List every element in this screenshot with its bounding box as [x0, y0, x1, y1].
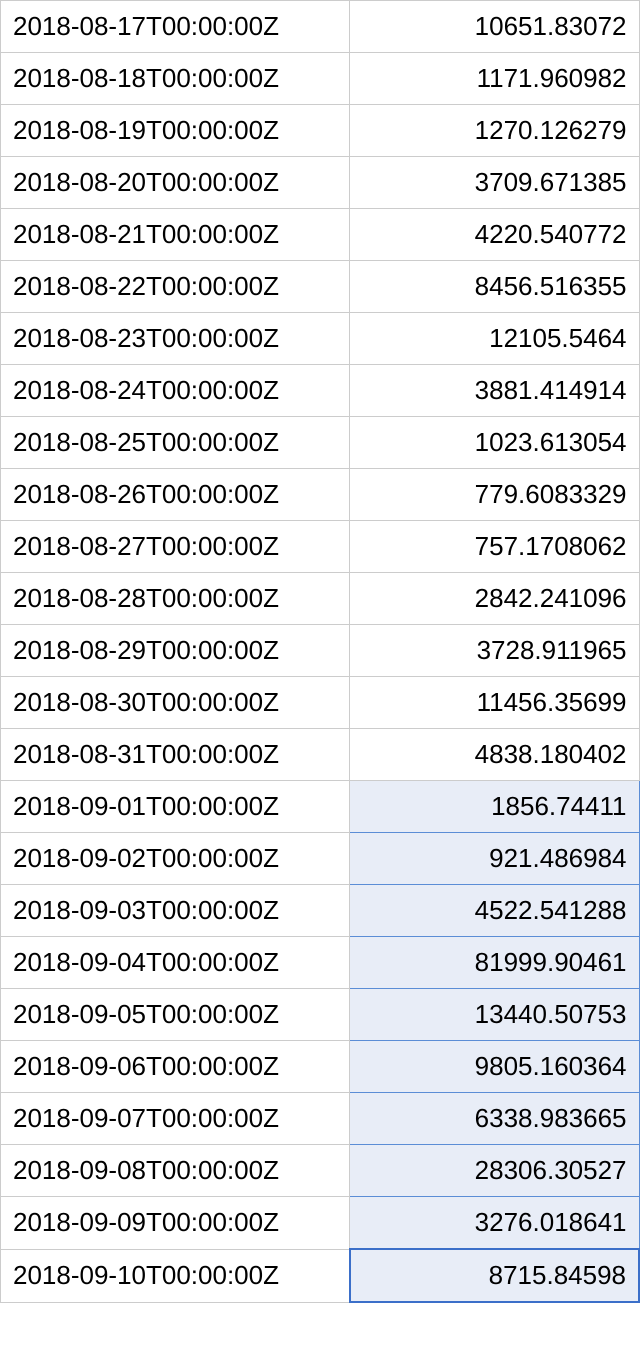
- table-row: 2018-09-07T00:00:00Z6338.983665: [1, 1093, 640, 1145]
- table-row: 2018-08-27T00:00:00Z757.1708062: [1, 521, 640, 573]
- value-cell[interactable]: 12105.5464: [350, 313, 639, 365]
- value-cell[interactable]: 1023.613054: [350, 417, 639, 469]
- date-cell[interactable]: 2018-09-08T00:00:00Z: [1, 1145, 350, 1197]
- value-cell[interactable]: 3276.018641: [350, 1197, 639, 1250]
- table-row: 2018-08-18T00:00:00Z1171.960982: [1, 53, 640, 105]
- value-cell[interactable]: 1270.126279: [350, 105, 639, 157]
- table-row: 2018-08-20T00:00:00Z3709.671385: [1, 157, 640, 209]
- table-row: 2018-08-31T00:00:00Z4838.180402: [1, 729, 640, 781]
- table-row: 2018-08-29T00:00:00Z3728.911965: [1, 625, 640, 677]
- date-cell[interactable]: 2018-08-21T00:00:00Z: [1, 209, 350, 261]
- table-row: 2018-08-28T00:00:00Z2842.241096: [1, 573, 640, 625]
- date-cell[interactable]: 2018-08-25T00:00:00Z: [1, 417, 350, 469]
- value-cell[interactable]: 13440.50753: [350, 989, 639, 1041]
- table-row: 2018-08-25T00:00:00Z1023.613054: [1, 417, 640, 469]
- date-cell[interactable]: 2018-08-23T00:00:00Z: [1, 313, 350, 365]
- table-row: 2018-09-01T00:00:00Z1856.74411: [1, 781, 640, 833]
- date-cell[interactable]: 2018-08-29T00:00:00Z: [1, 625, 350, 677]
- table-row: 2018-09-10T00:00:00Z8715.84598: [1, 1249, 640, 1302]
- table-body: 2018-08-17T00:00:00Z10651.830722018-08-1…: [1, 1, 640, 1303]
- value-cell[interactable]: 1171.960982: [350, 53, 639, 105]
- table-row: 2018-09-04T00:00:00Z81999.90461: [1, 937, 640, 989]
- table-row: 2018-08-17T00:00:00Z10651.83072: [1, 1, 640, 53]
- value-cell[interactable]: 3728.911965: [350, 625, 639, 677]
- value-cell[interactable]: 779.6083329: [350, 469, 639, 521]
- table-row: 2018-08-26T00:00:00Z779.6083329: [1, 469, 640, 521]
- table-row: 2018-08-22T00:00:00Z8456.516355: [1, 261, 640, 313]
- spreadsheet-table[interactable]: 2018-08-17T00:00:00Z10651.830722018-08-1…: [0, 0, 640, 1303]
- value-cell[interactable]: 757.1708062: [350, 521, 639, 573]
- date-cell[interactable]: 2018-09-10T00:00:00Z: [1, 1249, 350, 1302]
- value-cell[interactable]: 10651.83072: [350, 1, 639, 53]
- table-row: 2018-08-30T00:00:00Z11456.35699: [1, 677, 640, 729]
- table-row: 2018-08-23T00:00:00Z12105.5464: [1, 313, 640, 365]
- date-cell[interactable]: 2018-09-05T00:00:00Z: [1, 989, 350, 1041]
- value-cell[interactable]: 9805.160364: [350, 1041, 639, 1093]
- date-cell[interactable]: 2018-09-06T00:00:00Z: [1, 1041, 350, 1093]
- date-cell[interactable]: 2018-09-01T00:00:00Z: [1, 781, 350, 833]
- value-cell[interactable]: 4838.180402: [350, 729, 639, 781]
- value-cell[interactable]: 6338.983665: [350, 1093, 639, 1145]
- table-row: 2018-08-21T00:00:00Z4220.540772: [1, 209, 640, 261]
- value-cell[interactable]: 11456.35699: [350, 677, 639, 729]
- value-cell[interactable]: 8456.516355: [350, 261, 639, 313]
- date-cell[interactable]: 2018-08-26T00:00:00Z: [1, 469, 350, 521]
- date-cell[interactable]: 2018-08-17T00:00:00Z: [1, 1, 350, 53]
- date-cell[interactable]: 2018-09-02T00:00:00Z: [1, 833, 350, 885]
- value-cell[interactable]: 28306.30527: [350, 1145, 639, 1197]
- table-row: 2018-09-05T00:00:00Z13440.50753: [1, 989, 640, 1041]
- date-cell[interactable]: 2018-08-27T00:00:00Z: [1, 521, 350, 573]
- date-cell[interactable]: 2018-09-09T00:00:00Z: [1, 1197, 350, 1250]
- value-cell[interactable]: 8715.84598: [350, 1249, 639, 1302]
- date-cell[interactable]: 2018-08-20T00:00:00Z: [1, 157, 350, 209]
- table-row: 2018-08-19T00:00:00Z1270.126279: [1, 105, 640, 157]
- table-row: 2018-09-09T00:00:00Z3276.018641: [1, 1197, 640, 1250]
- value-cell[interactable]: 3709.671385: [350, 157, 639, 209]
- value-cell[interactable]: 81999.90461: [350, 937, 639, 989]
- date-cell[interactable]: 2018-08-28T00:00:00Z: [1, 573, 350, 625]
- table-row: 2018-08-24T00:00:00Z3881.414914: [1, 365, 640, 417]
- date-cell[interactable]: 2018-08-18T00:00:00Z: [1, 53, 350, 105]
- date-cell[interactable]: 2018-08-19T00:00:00Z: [1, 105, 350, 157]
- date-cell[interactable]: 2018-08-22T00:00:00Z: [1, 261, 350, 313]
- date-cell[interactable]: 2018-08-31T00:00:00Z: [1, 729, 350, 781]
- value-cell[interactable]: 4220.540772: [350, 209, 639, 261]
- date-cell[interactable]: 2018-09-07T00:00:00Z: [1, 1093, 350, 1145]
- table-row: 2018-09-08T00:00:00Z28306.30527: [1, 1145, 640, 1197]
- value-cell[interactable]: 1856.74411: [350, 781, 639, 833]
- table-row: 2018-09-06T00:00:00Z9805.160364: [1, 1041, 640, 1093]
- date-cell[interactable]: 2018-09-03T00:00:00Z: [1, 885, 350, 937]
- table-row: 2018-09-03T00:00:00Z4522.541288: [1, 885, 640, 937]
- value-cell[interactable]: 3881.414914: [350, 365, 639, 417]
- date-cell[interactable]: 2018-09-04T00:00:00Z: [1, 937, 350, 989]
- value-cell[interactable]: 4522.541288: [350, 885, 639, 937]
- date-cell[interactable]: 2018-08-30T00:00:00Z: [1, 677, 350, 729]
- date-cell[interactable]: 2018-08-24T00:00:00Z: [1, 365, 350, 417]
- value-cell[interactable]: 921.486984: [350, 833, 639, 885]
- table-row: 2018-09-02T00:00:00Z921.486984: [1, 833, 640, 885]
- value-cell[interactable]: 2842.241096: [350, 573, 639, 625]
